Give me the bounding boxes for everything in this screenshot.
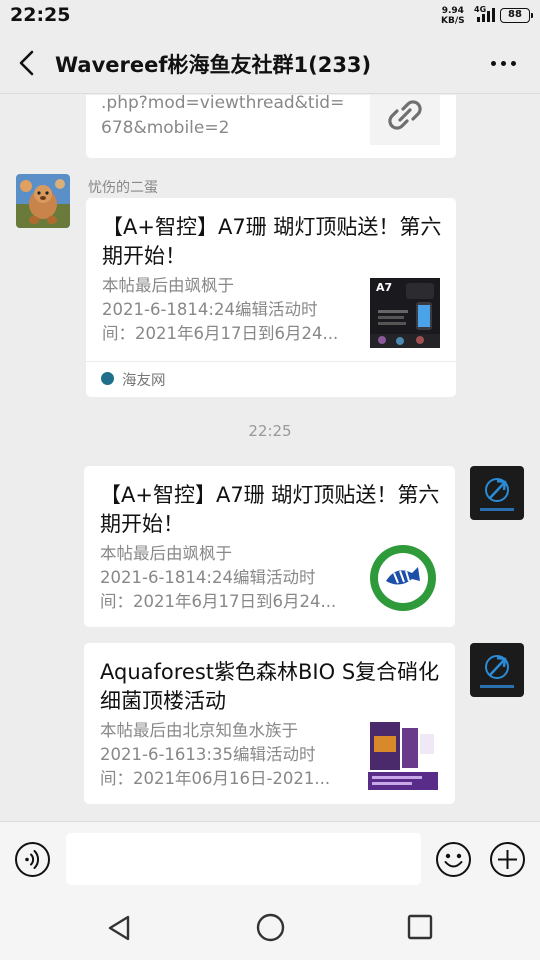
shared-article-card[interactable]: Aquaforest紫色森林BIO S复合硝化细菌顶楼活动 本帖最后由北京知鱼水… — [84, 643, 455, 804]
article-thumbnail — [368, 720, 438, 790]
battery-level: 88 — [508, 9, 522, 20]
nav-home-button[interactable] — [256, 913, 285, 942]
article-summary-line: 本帖最后由北京知鱼水族于 — [100, 721, 298, 740]
link-icon — [388, 100, 422, 130]
article-thumbnail — [368, 543, 438, 613]
article-thumbnail: A7 — [370, 278, 440, 348]
article-summary: 本帖最后由飒枫于 2021-6-1814:24编辑活动时 间：2021年6月17… — [100, 542, 356, 614]
chat-header: Wavereef彬海鱼友社群1(233) — [0, 32, 540, 94]
voice-icon — [15, 842, 50, 877]
network-speed-value: 9.94 — [441, 6, 464, 16]
message-input[interactable] — [66, 833, 421, 885]
plus-icon — [490, 842, 525, 877]
shared-article-card[interactable]: 【A+智控】A7珊 瑚灯顶贴送！第六期开始！ 本帖最后由飒枫于 2021-6-1… — [84, 466, 455, 627]
article-thumbnail-label: A7 — [376, 281, 393, 294]
shared-article-card[interactable]: 【A+智控】A7珊 瑚灯顶贴送！第六期开始！ 本帖最后由飒枫于 2021-6-1… — [86, 198, 456, 397]
article-summary-line: 间：2021年6月17日到6月24... — [100, 592, 337, 611]
article-summary-line: 2021-6-1613:35编辑活动时 — [100, 745, 316, 764]
back-button[interactable] — [12, 47, 44, 79]
article-title: Aquaforest紫色森林BIO S复合硝化细菌顶楼活动 — [100, 660, 440, 713]
article-summary-line: 间：2021年06月16日-2021... — [100, 769, 331, 788]
article-summary: 本帖最后由北京知鱼水族于 2021-6-1613:35编辑活动时 间：2021年… — [100, 719, 356, 791]
link-url-line1: .php?mod=viewthread&tid= — [101, 95, 345, 113]
emoji-button[interactable] — [435, 841, 472, 878]
status-bar: 22:25 9.94 KB/S 4G 88 — [0, 0, 540, 32]
article-summary: 本帖最后由飒枫于 2021-6-1814:24编辑活动时 间：2021年6月17… — [102, 274, 358, 346]
status-time: 22:25 — [10, 4, 71, 26]
link-thumbnail — [370, 95, 440, 145]
voice-button[interactable] — [14, 841, 51, 878]
link-url-line2: 678&mobile=2 — [101, 118, 230, 138]
link-url-text: .php?mod=viewthread&tid= 678&mobile=2 — [101, 95, 344, 141]
article-source: 海友网 — [86, 361, 456, 397]
system-navigation-bar — [0, 898, 540, 960]
self-avatar[interactable] — [470, 643, 524, 697]
article-summary-line: 2021-6-1814:24编辑活动时 — [102, 300, 318, 319]
back-arrow-icon — [19, 50, 34, 76]
network-speed: 9.94 KB/S — [441, 6, 465, 26]
article-summary-line: 间：2021年6月17日到6月24... — [102, 324, 339, 343]
source-logo-icon — [101, 372, 114, 385]
sender-avatar[interactable] — [16, 174, 70, 228]
article-summary-line: 本帖最后由飒枫于 — [102, 276, 234, 295]
article-title: 【A+智控】A7珊 瑚灯顶贴送！第六期开始！ — [100, 483, 440, 536]
source-name: 海友网 — [122, 373, 166, 389]
message-input-bar — [0, 821, 540, 898]
signal-icon — [477, 8, 495, 22]
article-title: 【A+智控】A7珊 瑚灯顶贴送！第六期开始！ — [102, 215, 442, 268]
emoji-icon — [436, 842, 471, 877]
nav-back-button[interactable] — [106, 914, 134, 942]
nav-recent-button[interactable] — [407, 914, 433, 940]
nav-back-icon — [108, 915, 130, 941]
sender-name: 忧伤的二蛋 — [88, 180, 158, 196]
chat-area[interactable]: .php?mod=viewthread&tid= 678&mobile=2 忧伤… — [0, 95, 540, 821]
chat-title: Wavereef彬海鱼友社群1(233) — [55, 53, 372, 77]
article-summary-line: 本帖最后由飒枫于 — [100, 544, 232, 563]
battery-icon: 88 — [500, 8, 533, 23]
network-speed-unit: KB/S — [441, 16, 465, 26]
self-avatar[interactable] — [470, 466, 524, 520]
nav-recent-icon — [407, 914, 433, 940]
message-timestamp: 22:25 — [248, 422, 292, 440]
article-summary-line: 2021-6-1814:24编辑活动时 — [100, 568, 316, 587]
more-functions-button[interactable] — [489, 841, 526, 878]
more-button[interactable] — [490, 54, 518, 72]
link-message-card[interactable]: .php?mod=viewthread&tid= 678&mobile=2 — [86, 95, 456, 158]
nav-home-icon — [256, 913, 285, 942]
